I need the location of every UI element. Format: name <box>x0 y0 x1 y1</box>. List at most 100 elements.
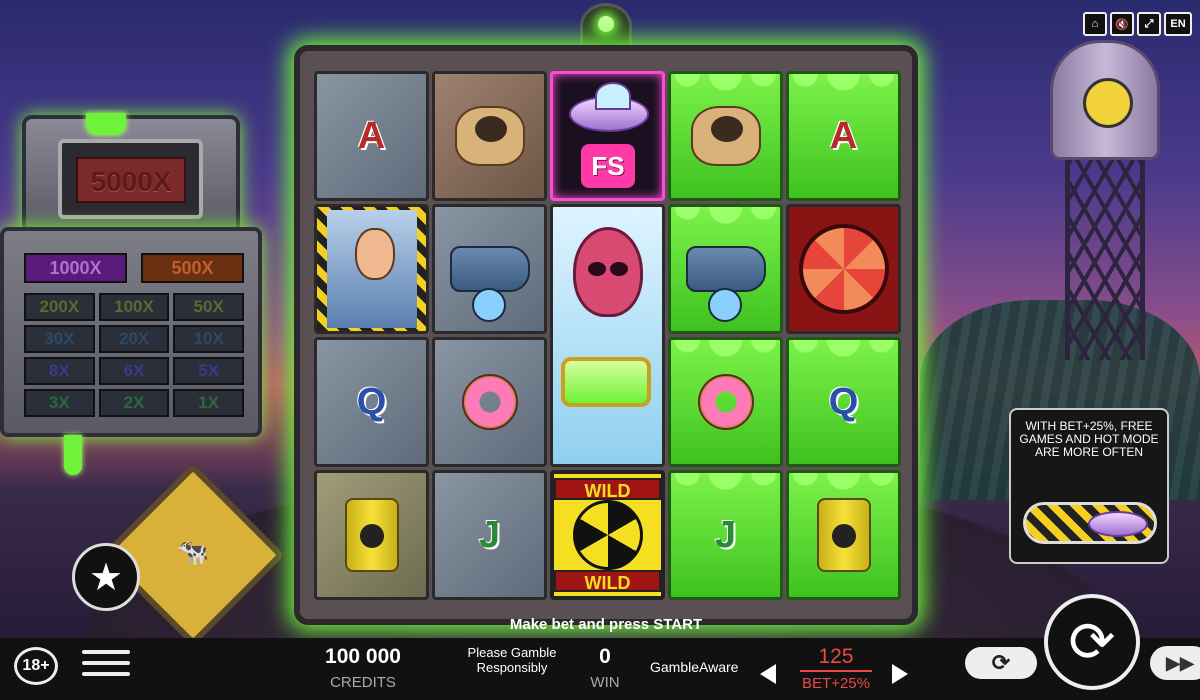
bet-increase-button[interactable] <box>892 664 908 684</box>
paytable-cell: 5X <box>173 357 244 385</box>
gambleaware-link[interactable]: GambleAware <box>650 659 738 675</box>
symbol-alien <box>550 204 665 467</box>
spin-button[interactable]: ⟳ <box>1044 594 1140 690</box>
paytable-cell: 10X <box>173 325 244 353</box>
toxic-barrel-icon <box>816 498 871 572</box>
letter-j: J <box>478 513 501 556</box>
symbol-barrel <box>786 470 901 600</box>
bet-boost-toggle[interactable] <box>1023 502 1157 544</box>
letter-a: A <box>357 114 386 157</box>
slime-drip <box>64 435 82 475</box>
symbol-barrel <box>314 470 429 600</box>
radiation-icon <box>572 500 643 570</box>
language-button[interactable]: EN <box>1164 12 1192 36</box>
credits-value: 100 000 <box>325 645 401 668</box>
letter-a: A <box>829 114 858 157</box>
paytable-body: 1000X 500X 200X 100X 50X 30X 20X 10X 8X … <box>0 227 262 475</box>
age-restriction-badge: 18+ <box>14 647 58 685</box>
pug-icon <box>454 106 525 166</box>
symbol-fan <box>786 204 901 334</box>
bet-value: 125 <box>818 645 854 668</box>
home-icon[interactable]: ⌂ <box>1083 12 1107 36</box>
bet-decrease-button[interactable] <box>760 664 776 684</box>
status-message: Make bet and press START <box>509 616 703 633</box>
slime-drip <box>671 340 780 366</box>
bet-boost-panel: WITH BET+25%, FREE GAMES AND HOT MODE AR… <box>1009 408 1169 564</box>
wild-label: WILD <box>554 570 661 593</box>
paytable-top-panel: 5000X <box>22 113 240 235</box>
pug-icon <box>690 106 761 166</box>
slime-drip <box>789 74 898 100</box>
bet-label: BET+25% <box>802 675 870 692</box>
fan-icon <box>798 224 889 314</box>
water-tower-tank <box>1050 40 1160 160</box>
slime-capsule <box>561 357 651 407</box>
fs-label: FS <box>581 144 635 188</box>
symbol-ray-gun <box>668 204 783 334</box>
paytable-cell: 6X <box>98 357 170 385</box>
turbo-button[interactable]: ▶▶ <box>1150 646 1200 680</box>
symbol-donut <box>668 337 783 467</box>
farmer-icon <box>326 210 417 328</box>
paytable-cell: 1000X <box>24 253 127 283</box>
slime-drip <box>86 113 126 135</box>
slime-drip <box>789 340 898 366</box>
toxic-barrel-icon <box>344 498 399 572</box>
siren-light <box>580 3 632 49</box>
symbol-ray-gun <box>432 204 547 334</box>
slime-drip <box>671 207 780 233</box>
paytable-cell: 100X <box>98 293 170 321</box>
symbol-q: Q <box>314 337 429 467</box>
slime-drip <box>671 74 780 100</box>
sound-icon[interactable]: 🔇 <box>1110 12 1134 36</box>
paytable-cell: 3X <box>24 389 95 417</box>
symbol-q: Q <box>786 337 901 467</box>
win-label: WIN <box>590 674 620 691</box>
symbol-donut <box>432 337 547 467</box>
cow-icon: 🐄 <box>176 536 210 567</box>
paytable-grid: 200X 100X 50X 30X 20X 10X 8X 6X 5X 3X 2X… <box>24 293 244 417</box>
symbol-j: J <box>432 470 547 600</box>
paytable-cell: 1X <box>173 389 244 417</box>
ufo-icon <box>1088 511 1148 537</box>
fast-forward-icon: ▶▶ <box>1166 653 1194 673</box>
paytable-cell: 2X <box>98 389 170 417</box>
paytable-top-screen: 5000X <box>58 139 203 219</box>
letter-j: J <box>714 513 737 556</box>
reel-frame: A FS A Q Q J WILD WILD J <box>294 45 918 625</box>
donut-icon <box>461 374 518 430</box>
paytable-cell: 50X <box>173 293 244 321</box>
symbol-wild: WILD WILD <box>550 470 665 600</box>
water-tower <box>1030 40 1180 360</box>
reel-grid: A FS A Q Q J WILD WILD J <box>314 71 901 600</box>
radiation-icon <box>1083 78 1133 128</box>
autoplay-icon: ⟳ <box>991 650 1011 675</box>
water-tower-legs <box>1065 160 1145 360</box>
symbol-pug <box>432 71 547 201</box>
bet-boost-text: WITH BET+25%, FREE GAMES AND HOT MODE AR… <box>1019 419 1159 459</box>
paytable-row-1: 1000X 500X <box>24 253 244 283</box>
paytable-cell: 500X <box>141 253 244 283</box>
multiplier-paytable: 5000X 1000X 500X 200X 100X 50X 30X 20X 1… <box>0 113 265 475</box>
bet-divider <box>800 670 872 672</box>
menu-icon[interactable] <box>82 650 130 682</box>
slime-drip <box>789 473 898 499</box>
ray-gun-icon <box>449 246 530 322</box>
letter-q: Q <box>828 380 859 423</box>
top-toolbar: ⌂ 🔇 ⤢ EN <box>1083 12 1192 36</box>
symbol-a: A <box>786 71 901 201</box>
credits-label: CREDITS <box>330 674 396 691</box>
win-value: 0 <box>599 645 611 668</box>
alien-icon <box>573 227 643 317</box>
wild-label: WILD <box>554 478 661 501</box>
paytable-cell: 30X <box>24 325 95 353</box>
paytable-top-value: 5000X <box>76 157 186 203</box>
paytable-cell: 8X <box>24 357 95 385</box>
autoplay-button[interactable]: ⟳ <box>965 647 1037 679</box>
symbol-free-spins: FS <box>550 71 665 201</box>
star-icon: ★ <box>88 556 124 599</box>
ray-gun-icon <box>685 246 766 322</box>
favorite-star-button[interactable]: ★ <box>72 543 140 611</box>
fullscreen-icon[interactable]: ⤢ <box>1137 12 1161 36</box>
symbol-pug <box>668 71 783 201</box>
